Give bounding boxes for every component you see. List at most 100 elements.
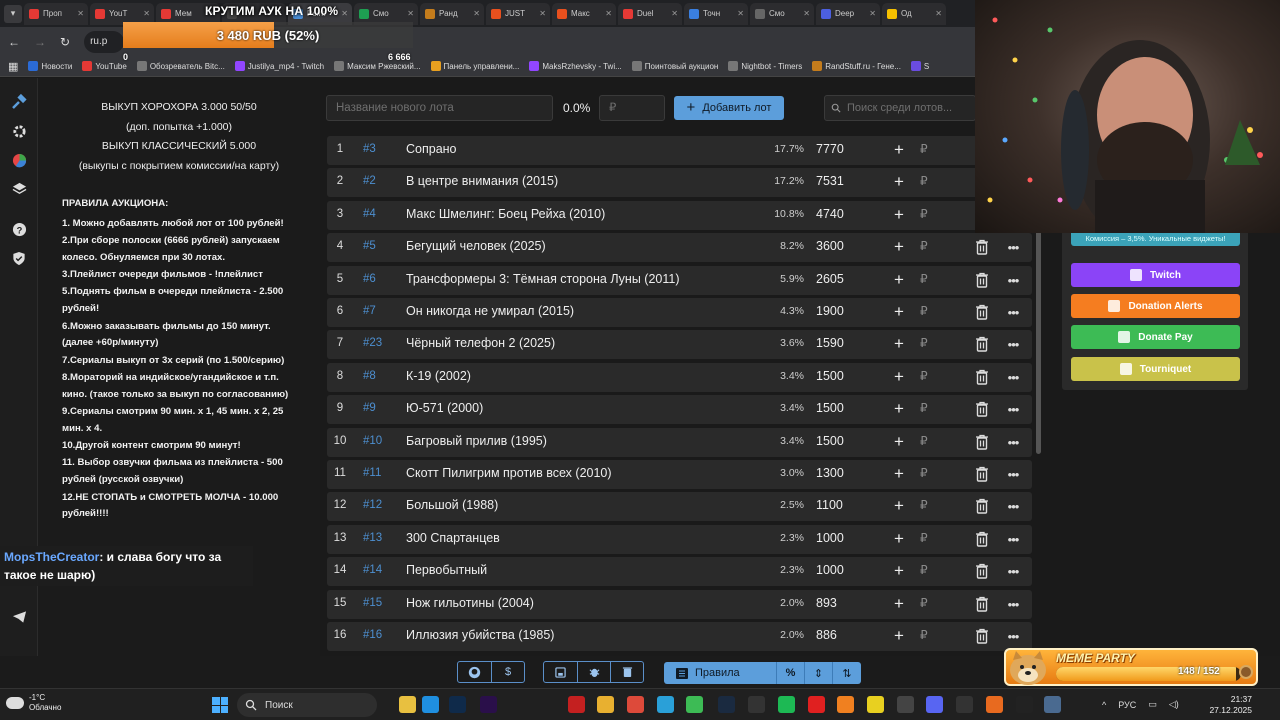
lot-name[interactable]: Трансформеры 3: Тёмная сторона Луны (201… xyxy=(406,272,680,286)
ruble-icon[interactable]: ₽ xyxy=(920,142,934,156)
browser-tab[interactable]: Од ✕ xyxy=(882,2,946,25)
close-icon[interactable]: ✕ xyxy=(605,9,612,18)
close-icon[interactable]: ✕ xyxy=(869,9,876,18)
add-amount-icon[interactable]: + xyxy=(890,495,908,517)
file-explorer-icon[interactable] xyxy=(399,696,416,713)
trash-icon[interactable] xyxy=(975,304,989,320)
ruble-icon[interactable]: ₽ xyxy=(920,336,934,350)
trash-icon[interactable] xyxy=(975,531,989,547)
ruble-icon[interactable]: ₽ xyxy=(920,272,934,286)
browser-tab[interactable]: Смо ✕ xyxy=(750,2,814,25)
trash-icon[interactable] xyxy=(975,466,989,482)
lot-name[interactable]: Ю-571 (2000) xyxy=(406,401,483,415)
pie-chart-icon[interactable] xyxy=(9,150,29,170)
trash-icon[interactable] xyxy=(975,369,989,385)
browser-tab[interactable]: Deep ✕ xyxy=(816,2,880,25)
lot-id[interactable]: #13 xyxy=(363,532,382,544)
lot-row[interactable]: 4 #5 Бегущий человек (2025) 8.2% 3600 + ₽ ••• xyxy=(327,233,1032,262)
ruble-icon[interactable]: ₽ xyxy=(920,207,934,221)
telegram-icon[interactable] xyxy=(657,696,674,713)
lot-row[interactable]: 6 #7 Он никогда не умирал (2015) 4.3% 1900 + ₽… xyxy=(327,298,1032,327)
ruble-icon[interactable]: ₽ xyxy=(920,498,934,512)
ruble-icon[interactable]: ₽ xyxy=(920,174,934,188)
lot-amount[interactable]: 893 xyxy=(816,596,837,610)
shield-icon[interactable] xyxy=(9,248,29,268)
trash-icon[interactable] xyxy=(975,336,989,352)
telegram-icon[interactable] xyxy=(9,607,29,627)
browser-tab[interactable]: Ранд ✕ xyxy=(420,2,484,25)
clock[interactable]: 21:37 27.12.2025 xyxy=(1208,694,1252,716)
add-amount-icon[interactable]: + xyxy=(890,528,908,550)
add-amount-icon[interactable]: + xyxy=(890,593,908,615)
add-amount-icon[interactable]: + xyxy=(890,431,908,453)
lot-amount[interactable]: 4740 xyxy=(816,207,844,221)
help-icon[interactable]: ? xyxy=(9,219,29,239)
add-amount-icon[interactable]: + xyxy=(890,560,908,582)
lot-amount[interactable]: 1900 xyxy=(816,304,844,318)
lot-id[interactable]: #8 xyxy=(363,370,376,382)
trash-icon[interactable] xyxy=(975,563,989,579)
lot-id[interactable]: #15 xyxy=(363,597,382,609)
add-amount-icon[interactable]: + xyxy=(890,139,908,161)
donate-button-tourniquet[interactable]: Tourniquet xyxy=(1071,357,1240,381)
hammer-icon[interactable] xyxy=(9,92,29,112)
lot-row[interactable]: 5 #6 Трансформеры 3: Тёмная сторона Луны (… xyxy=(327,266,1032,295)
donate-button-donation-alerts[interactable]: Donation Alerts xyxy=(1071,294,1240,318)
more-options-icon[interactable]: ••• xyxy=(1003,399,1023,419)
weather-widget[interactable]: -1°C Облачно xyxy=(6,693,61,713)
lot-id[interactable]: #7 xyxy=(363,305,376,317)
more-options-icon[interactable]: ••• xyxy=(1003,302,1023,322)
lot-row[interactable]: 10 #10 Багровый прилив (1995) 3.4% 1500 + ₽ ••• xyxy=(327,428,1032,457)
close-icon[interactable]: ✕ xyxy=(803,9,810,18)
percent-icon[interactable]: % xyxy=(776,662,804,684)
browser-tab[interactable]: Duel ✕ xyxy=(618,2,682,25)
lot-row[interactable]: 3 #4 Макс Шмелинг: Боец Рейха (2010) 10.8% 4… xyxy=(327,201,1032,230)
github-icon[interactable] xyxy=(458,662,491,682)
add-lot-button[interactable]: + Добавить лот xyxy=(674,96,784,120)
vlc-icon[interactable] xyxy=(837,696,854,713)
ruble-icon[interactable]: ₽ xyxy=(920,628,934,642)
gear-icon[interactable] xyxy=(9,121,29,141)
bookmark-item[interactable]: RandStuff.ru - Гене... xyxy=(812,61,901,71)
browser-tab[interactable]: JUST ✕ xyxy=(486,2,550,25)
lot-id[interactable]: #5 xyxy=(363,240,376,252)
dollar-icon[interactable]: $ xyxy=(491,662,524,682)
lot-name[interactable]: Сопрано xyxy=(406,142,457,156)
add-amount-icon[interactable]: + xyxy=(890,333,908,355)
taskbar-search[interactable]: Поиск xyxy=(237,693,377,717)
bookmark-item[interactable]: Поинтовый аукцион xyxy=(631,61,718,71)
add-amount-icon[interactable]: + xyxy=(890,301,908,323)
lot-id[interactable]: #16 xyxy=(363,629,382,641)
lot-amount[interactable]: 1500 xyxy=(816,434,844,448)
close-icon[interactable]: ✕ xyxy=(473,9,480,18)
search-input[interactable] xyxy=(847,102,975,114)
lot-id[interactable]: #4 xyxy=(363,208,376,220)
add-amount-icon[interactable]: + xyxy=(890,398,908,420)
more-options-icon[interactable]: ••• xyxy=(1003,464,1023,484)
trash-icon[interactable] xyxy=(975,596,989,612)
volume-icon[interactable]: ◁) xyxy=(1169,699,1179,710)
lot-row[interactable]: 9 #9 Ю-571 (2000) 3.4% 1500 + ₽ ••• xyxy=(327,395,1032,424)
lot-name[interactable]: Скотт Пилигрим против всех (2010) xyxy=(406,466,612,480)
whatsapp-icon[interactable] xyxy=(686,696,703,713)
new-lot-name-input[interactable] xyxy=(326,95,553,121)
add-amount-icon[interactable]: + xyxy=(890,269,908,291)
add-amount-icon[interactable]: + xyxy=(890,366,908,388)
lot-amount[interactable]: 1000 xyxy=(816,531,844,545)
browser-tab[interactable]: Точн ✕ xyxy=(684,2,748,25)
apps-icon[interactable]: ▦ xyxy=(8,60,18,73)
lot-amount[interactable]: 7770 xyxy=(816,142,844,156)
more-options-icon[interactable]: ••• xyxy=(1003,626,1023,646)
lot-name[interactable]: В центре внимания (2015) xyxy=(406,174,558,188)
lot-id[interactable]: #3 xyxy=(363,143,376,155)
notes-icon[interactable] xyxy=(867,696,884,713)
more-options-icon[interactable]: ••• xyxy=(1003,561,1023,581)
lot-amount[interactable]: 1000 xyxy=(816,563,844,577)
more-options-icon[interactable]: ••• xyxy=(1003,367,1023,387)
network-icon[interactable]: ▭ xyxy=(1148,699,1157,710)
url-field[interactable]: ru.p xyxy=(84,30,125,53)
obs-icon[interactable] xyxy=(897,696,914,713)
ruble-icon[interactable]: ₽ xyxy=(920,466,934,480)
bookmark-item[interactable]: Панель управлени... xyxy=(430,61,519,71)
ruble-icon[interactable]: ₽ xyxy=(920,369,934,383)
